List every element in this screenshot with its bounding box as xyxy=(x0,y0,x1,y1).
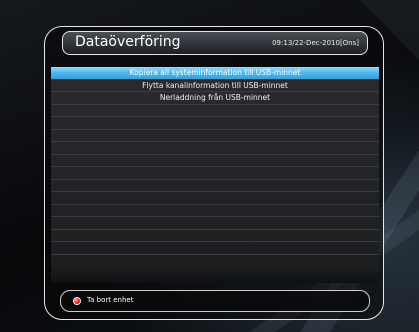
menu-item-empty xyxy=(51,142,379,155)
menu-item-move-channel-info[interactable]: Flytta kanalinformation till USB-minnet xyxy=(51,80,379,92)
menu-item-empty xyxy=(51,130,379,142)
menu-item-empty xyxy=(51,105,379,117)
menu-item-empty xyxy=(51,255,379,266)
menu-item-empty xyxy=(51,217,379,230)
menu-list: Kopiera all systeminformation till USB-m… xyxy=(51,67,379,265)
menu-item-copy-system-info[interactable]: Kopiera all systeminformation till USB-m… xyxy=(51,67,379,80)
page-title: Dataöverföring xyxy=(75,34,181,50)
title-bar: Dataöverföring 09:13/22-Dec-2010[Ons] xyxy=(62,31,368,55)
red-button-icon[interactable] xyxy=(73,297,81,305)
menu-item-download-from-usb[interactable]: Nerladdning från USB-minnet xyxy=(51,92,379,105)
remove-device-label: Ta bort enhet xyxy=(87,296,134,304)
menu-item-empty xyxy=(51,230,379,242)
help-bar: Ta bort enhet xyxy=(60,290,370,312)
list-footer xyxy=(51,265,379,283)
datetime-display: 09:13/22-Dec-2010[Ons] xyxy=(272,39,359,47)
menu-item-empty xyxy=(51,167,379,180)
menu-item-empty xyxy=(51,155,379,167)
menu-item-empty xyxy=(51,192,379,205)
menu-item-empty xyxy=(51,242,379,255)
menu-item-empty xyxy=(51,205,379,217)
menu-item-empty xyxy=(51,180,379,192)
menu-item-empty xyxy=(51,117,379,130)
